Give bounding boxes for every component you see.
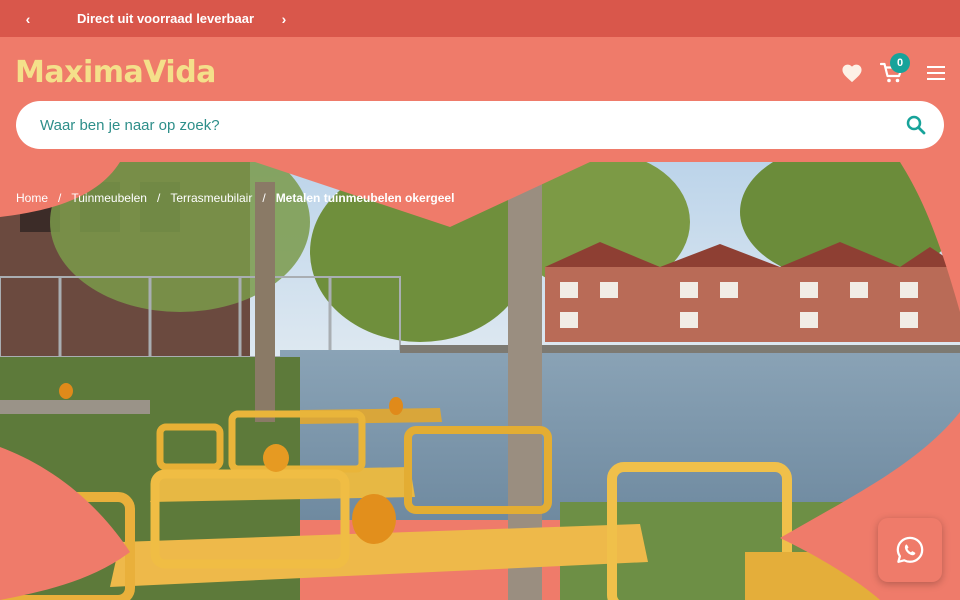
menu-button[interactable] bbox=[922, 59, 950, 87]
breadcrumb-separator: / bbox=[58, 191, 62, 205]
search-button[interactable] bbox=[904, 113, 928, 137]
breadcrumb-home[interactable]: Home bbox=[16, 191, 48, 205]
heart-icon bbox=[842, 64, 862, 83]
promo-prev-button[interactable]: ‹ bbox=[13, 0, 43, 37]
search-input[interactable] bbox=[40, 101, 880, 149]
chevron-right-icon: › bbox=[281, 10, 287, 27]
site-header: MaximaVida 0 bbox=[0, 37, 960, 162]
promo-text: Direct uit voorraad leverbaar bbox=[77, 11, 255, 26]
search-bar bbox=[16, 101, 944, 149]
breadcrumb: Home / Tuinmeubelen / Terrasmeubilair / … bbox=[16, 190, 454, 206]
hero-photo bbox=[0, 162, 960, 600]
breadcrumb-terrasmeubilair[interactable]: Terrasmeubilair bbox=[170, 191, 252, 205]
breadcrumb-separator: / bbox=[262, 191, 266, 205]
search-icon bbox=[906, 115, 926, 135]
whatsapp-icon bbox=[896, 536, 924, 563]
cart-count-badge: 0 bbox=[890, 53, 910, 73]
breadcrumb-tuinmeubelen[interactable]: Tuinmeubelen bbox=[71, 191, 147, 205]
breadcrumb-current: Metalen tuinmeubelen okergeel bbox=[275, 191, 455, 205]
wishlist-button[interactable] bbox=[838, 59, 866, 87]
site-logo[interactable]: MaximaVida bbox=[15, 55, 216, 90]
promo-next-button[interactable]: › bbox=[269, 0, 299, 37]
whatsapp-button[interactable] bbox=[878, 518, 942, 582]
breadcrumb-separator: / bbox=[156, 191, 161, 205]
top-promo-bar: ‹ Direct uit voorraad leverbaar › bbox=[0, 0, 960, 37]
hero-image bbox=[0, 162, 960, 600]
chevron-left-icon: ‹ bbox=[25, 10, 31, 27]
menu-icon bbox=[927, 66, 945, 80]
